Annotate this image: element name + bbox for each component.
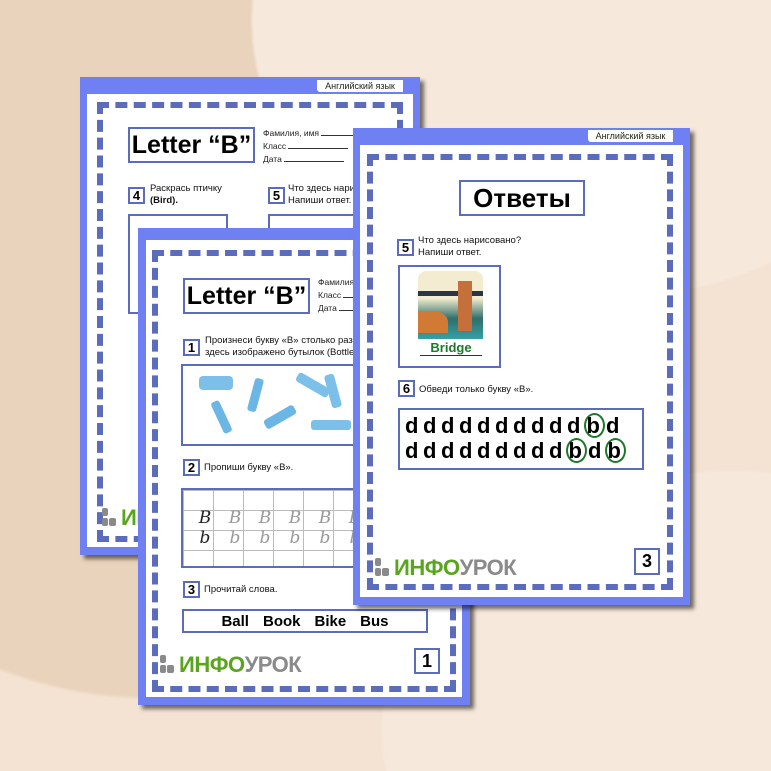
task-4-text: Раскрась птичку (Bird).	[150, 183, 222, 206]
word: Bike	[314, 612, 347, 630]
bridge-illustration	[418, 271, 483, 339]
infourok-logo: ИНФОУРОК	[375, 555, 517, 581]
page-title: Letter “B”	[183, 278, 310, 314]
letter-row: ddddddddd b d b	[404, 438, 642, 463]
letter: d	[422, 438, 440, 463]
letter: d	[548, 438, 566, 463]
infourok-logo: ИНФОУРОК	[160, 652, 302, 678]
words-box: Ball Book Bike Bus	[182, 609, 428, 633]
task-number: 6	[398, 380, 415, 397]
page-number: 1	[414, 648, 440, 674]
page-title: Letter “B”	[128, 127, 255, 163]
letter: d	[512, 438, 530, 463]
letter: d	[440, 438, 458, 463]
task-5-text: Что здесь нарисовано? Напиши ответ.	[418, 235, 522, 258]
task-number: 5	[268, 187, 285, 204]
letter: d	[512, 413, 530, 438]
letter: d	[548, 413, 566, 438]
task-number: 4	[128, 187, 145, 204]
letter: d	[476, 438, 494, 463]
page-title: Ответы	[459, 180, 585, 216]
bottle-icon	[311, 420, 351, 430]
word: Bus	[360, 612, 389, 630]
letter: d	[476, 413, 494, 438]
letter: d	[530, 413, 548, 438]
circled-letter: b	[566, 438, 587, 463]
letter: d	[458, 438, 476, 463]
letter-row: dddddddddd b d	[404, 413, 642, 438]
letter: d	[404, 413, 422, 438]
bottle-icon	[246, 377, 265, 413]
task-2-text: Пропиши букву «B».	[204, 462, 294, 473]
word: Book	[262, 612, 301, 630]
letter: d	[587, 438, 605, 463]
circled-letter: b	[584, 413, 605, 438]
bridge-image-box: Bridge	[398, 265, 501, 368]
answers-page-3: Английский язык Ответы 5 Что здесь нарис…	[353, 128, 690, 605]
bottle-icon	[210, 399, 233, 435]
letter: d	[530, 438, 548, 463]
subject-tab: Английский язык	[588, 130, 673, 142]
task-3-text: Прочитай слова.	[204, 584, 278, 595]
word: Ball	[221, 612, 249, 630]
circled-letter: b	[605, 438, 626, 463]
letter: d	[494, 438, 512, 463]
subject-tab: Английский язык	[317, 80, 403, 92]
bottle-icon	[199, 376, 233, 390]
answer-text: Bridge	[420, 341, 482, 356]
dashed-border	[367, 154, 673, 590]
letter: d	[422, 413, 440, 438]
task-number: 2	[183, 459, 200, 476]
letter: d	[605, 413, 623, 438]
letter: d	[566, 413, 584, 438]
task-number: 5	[397, 239, 414, 256]
letter: d	[494, 413, 512, 438]
letter: d	[458, 413, 476, 438]
task-number: 3	[183, 581, 200, 598]
letter: d	[404, 438, 422, 463]
page-number: 3	[634, 548, 660, 575]
letter: d	[440, 413, 458, 438]
task-6-text: Обведи только букву «B».	[419, 384, 534, 395]
letters-box: dddddddddd b d ddddddddd b d b	[398, 408, 644, 470]
task-number: 1	[183, 339, 200, 356]
bottle-icon	[262, 404, 298, 430]
